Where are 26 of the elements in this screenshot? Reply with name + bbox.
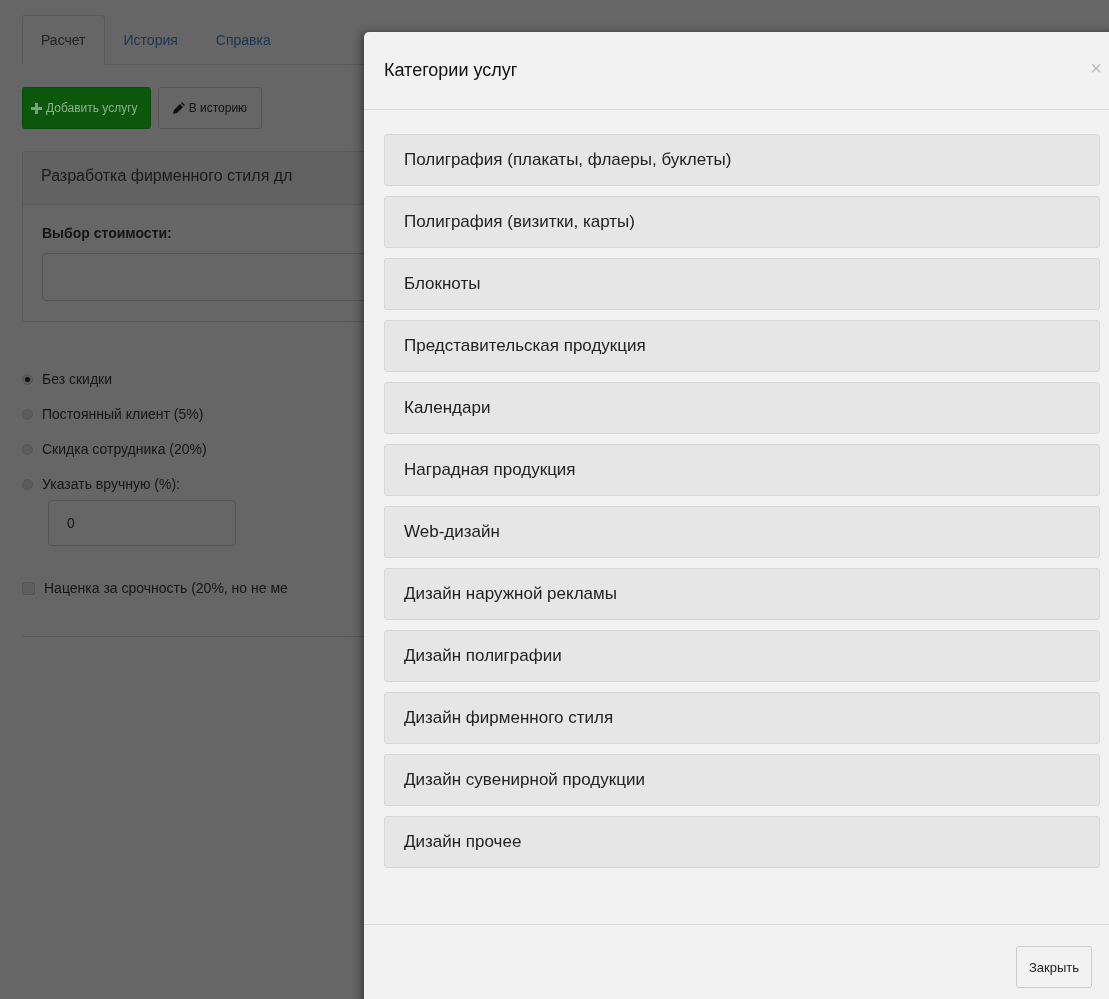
category-item[interactable]: Блокноты	[384, 258, 1100, 310]
modal-title: Категории услуг	[384, 60, 518, 81]
close-button[interactable]: Закрыть	[1015, 946, 1092, 988]
category-item[interactable]: Дизайн фирменного стиля	[384, 692, 1100, 744]
pencil-icon	[172, 102, 185, 114]
category-item[interactable]: Наградная продукция	[384, 444, 1100, 496]
checkbox-label: Наценка за срочность (20%, но не ме	[44, 580, 288, 596]
category-item[interactable]: Календари	[384, 382, 1100, 434]
radio-button[interactable]	[22, 373, 33, 385]
radio-label: Указать вручную (%):	[42, 476, 180, 492]
field-label: Выбор стоимости:	[42, 225, 173, 241]
category-item[interactable]: Web-дизайн	[384, 506, 1100, 558]
category-item[interactable]: Дизайн прочее	[384, 816, 1100, 868]
price-select-field[interactable]	[42, 253, 364, 301]
category-item[interactable]: Дизайн сувенирной продукции	[384, 754, 1100, 806]
radio-label: Постоянный клиент (5%)	[42, 406, 204, 422]
category-item[interactable]: Представительская продукция	[384, 320, 1100, 372]
add-service-button[interactable]: Добавить услугу	[22, 87, 151, 129]
radio-label: Без скидки	[42, 371, 113, 387]
category-item[interactable]: Дизайн наружной рекламы	[384, 568, 1100, 620]
category-item[interactable]: Полиграфия (плакаты, флаеры, буклеты)	[384, 134, 1100, 186]
category-item[interactable]: Полиграфия (визитки, карты)	[384, 196, 1100, 248]
category-item[interactable]: Дизайн полиграфии	[384, 630, 1100, 682]
panel-title: Разработка фирменного стиля дл	[41, 167, 293, 184]
radio-label: Скидка сотрудника (20%)	[42, 441, 207, 457]
plus-icon	[31, 102, 42, 114]
